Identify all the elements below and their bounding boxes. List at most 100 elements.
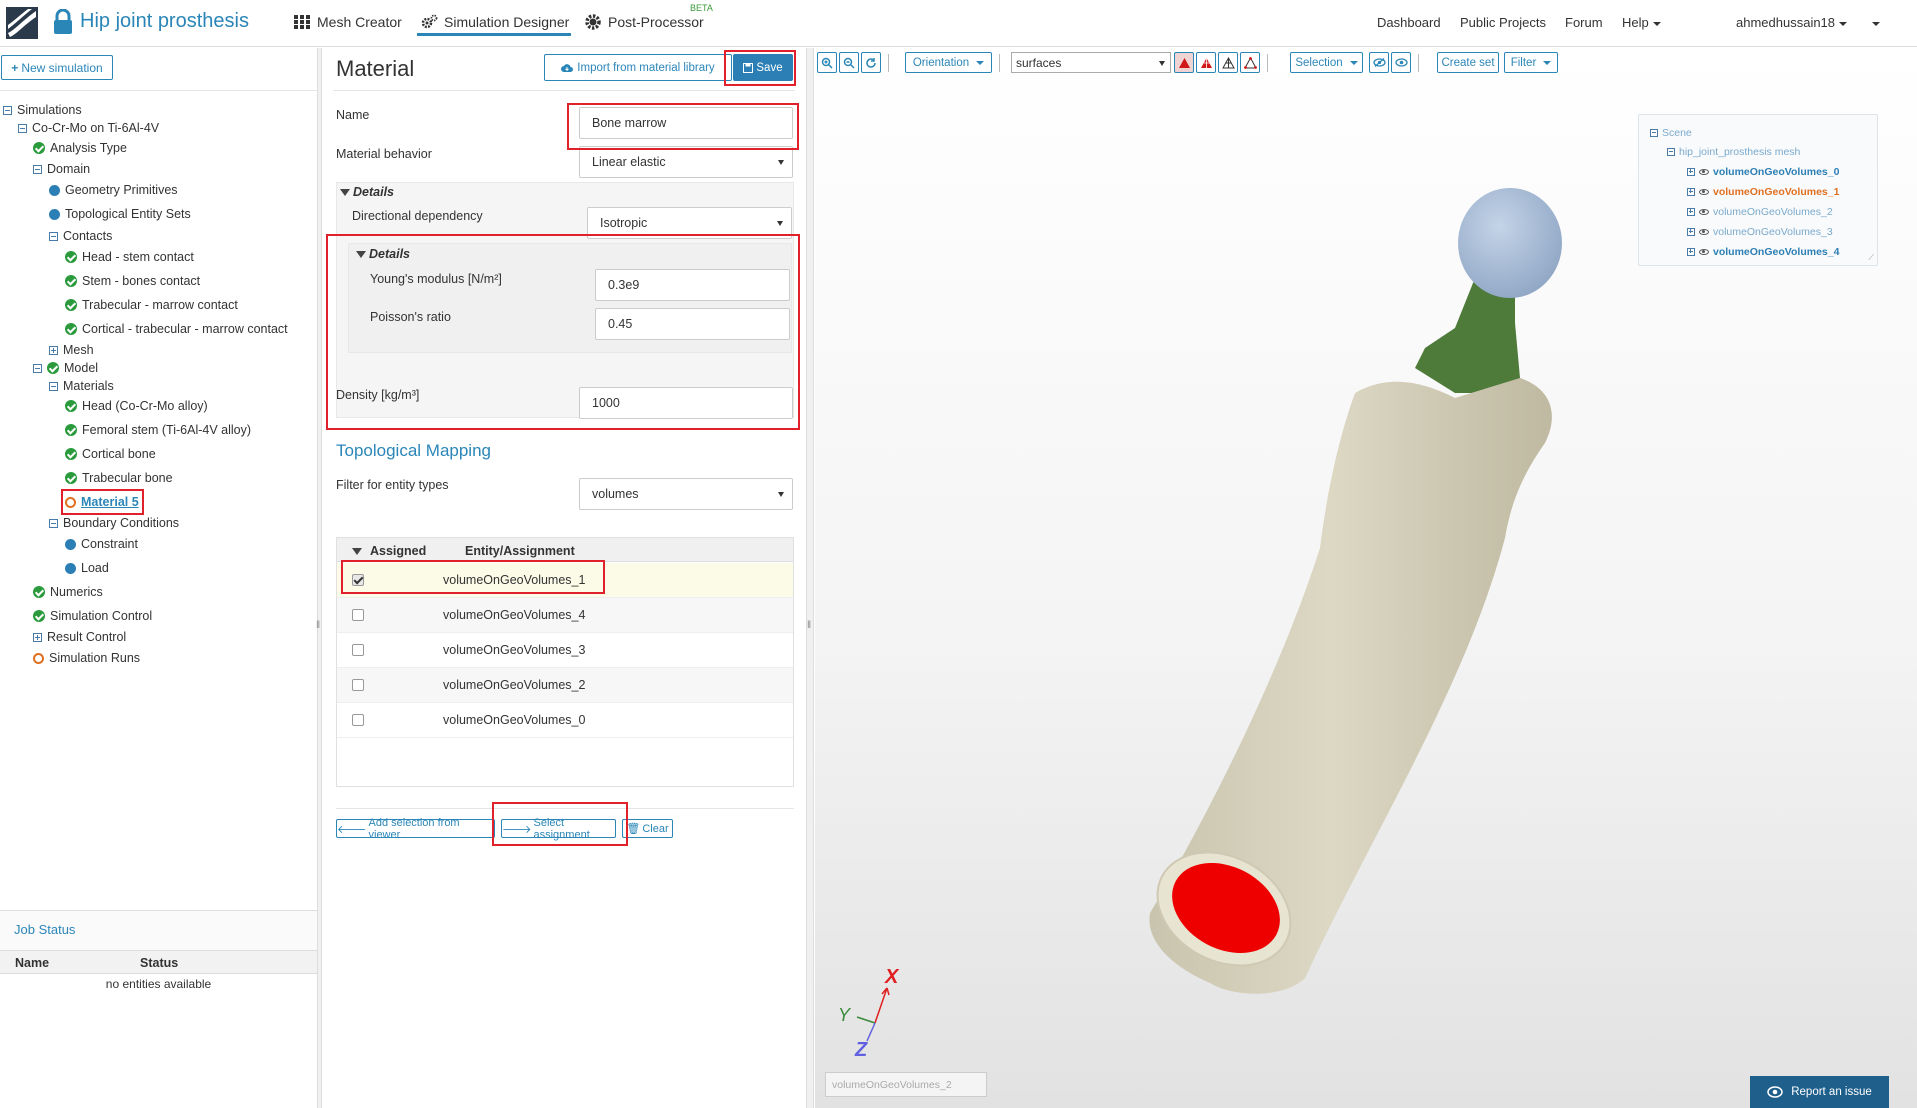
expand-icon[interactable] [1687, 248, 1695, 256]
eye-icon[interactable] [1699, 189, 1709, 195]
3d-viewer[interactable]: Orientation surfaces Selection Create se… [815, 48, 1917, 1108]
check-circle-icon [65, 299, 77, 311]
tree-node-simulations[interactable]: Simulations [3, 103, 82, 117]
assigned-checkbox[interactable] [352, 679, 364, 691]
details-toggle[interactable]: Details [340, 185, 394, 199]
clear-button[interactable]: 🗑 Clear [622, 819, 673, 838]
collapse-icon[interactable] [33, 164, 42, 174]
tree-node-domain[interactable]: Domain [33, 162, 90, 176]
expand-icon[interactable] [1687, 208, 1695, 216]
tree-node-contact[interactable]: Head - stem contact [65, 250, 194, 264]
tree-node-simulation-runs[interactable]: Simulation Runs [33, 651, 140, 665]
tree-node-mesh[interactable]: Mesh [49, 343, 94, 357]
tree-node-result-control[interactable]: Result Control [33, 630, 126, 644]
table-row[interactable]: volumeOnGeoVolumes_3 [337, 633, 793, 668]
eye-icon[interactable] [1699, 249, 1709, 255]
eye-icon[interactable] [1699, 209, 1709, 215]
incomplete-circle-icon [33, 652, 44, 664]
nav-forum[interactable]: Forum [1565, 15, 1603, 30]
column-header-entity[interactable]: Entity/Assignment [465, 544, 575, 558]
collapse-icon[interactable] [49, 381, 58, 391]
filter-entity-types-label: Filter for entity types [336, 478, 449, 492]
tree-node-material[interactable]: Femoral stem (Ti-6Al-4V alloy) [65, 423, 251, 437]
scene-node-volume[interactable]: volumeOnGeoVolumes_2 [1687, 206, 1833, 218]
tree-label: Head - stem contact [82, 250, 194, 264]
collapse-icon[interactable] [1667, 148, 1675, 156]
nav-public-projects[interactable]: Public Projects [1460, 15, 1546, 30]
tree-node-contact[interactable]: Trabecular - marrow contact [65, 298, 238, 312]
column-header-label: Assigned [370, 544, 427, 558]
new-simulation-button[interactable]: + New simulation [1, 55, 113, 80]
scene-node-mesh[interactable]: hip_joint_prosthesis mesh [1667, 146, 1800, 158]
more-menu[interactable] [1868, 15, 1880, 30]
tree-node-model[interactable]: Model [33, 361, 98, 375]
gear-icon [585, 14, 601, 30]
user-menu[interactable]: ahmedhussain18 [1736, 15, 1848, 30]
tree-node-materials[interactable]: Materials [49, 379, 114, 393]
tree-node-material[interactable]: Trabecular bone [65, 471, 173, 485]
assigned-checkbox[interactable] [352, 714, 364, 726]
tree-node-contact[interactable]: Cortical - trabecular - marrow contact [65, 322, 288, 336]
username: ahmedhussain18 [1736, 15, 1836, 30]
nav-simulation-designer[interactable]: Simulation Designer [420, 13, 569, 31]
scene-node-volume[interactable]: volumeOnGeoVolumes_4 [1687, 246, 1839, 258]
scene-node-root[interactable]: Scene [1650, 127, 1692, 139]
table-row[interactable]: volumeOnGeoVolumes_4 [337, 598, 793, 633]
collapse-icon[interactable] [18, 123, 27, 133]
nav-dashboard[interactable]: Dashboard [1377, 15, 1441, 30]
expand-icon[interactable] [1687, 228, 1695, 236]
expand-icon[interactable] [49, 345, 58, 355]
collapse-icon[interactable] [49, 231, 58, 241]
nav-help[interactable]: Help [1622, 15, 1661, 30]
panel-splitter[interactable]: ‖ [316, 48, 322, 1108]
expand-icon[interactable] [33, 632, 42, 642]
table-row[interactable]: volumeOnGeoVolumes_0 [337, 703, 793, 738]
top-navbar: Hip joint prosthesis Mesh Creator Simula… [0, 0, 1917, 47]
collapse-icon[interactable] [3, 105, 12, 115]
material-behavior-select[interactable]: Linear elastic [579, 146, 793, 178]
simscale-logo-icon[interactable] [6, 7, 38, 39]
tree-node-material[interactable]: Cortical bone [65, 447, 156, 461]
panel-splitter[interactable]: ‖ [806, 48, 814, 1108]
expand-icon[interactable] [1687, 188, 1695, 196]
nav-post-processor[interactable]: Post-Processor [584, 13, 704, 31]
import-from-library-button[interactable]: Import from material library [544, 54, 732, 81]
tree-node-geometry-primitives[interactable]: Geometry Primitives [49, 183, 178, 197]
assigned-checkbox[interactable] [352, 644, 364, 656]
tree-label: Trabecular bone [82, 471, 173, 485]
scene-tree-panel: Scene hip_joint_prosthesis mesh volumeOn… [1638, 114, 1878, 266]
tree-node-material[interactable]: Head (Co-Cr-Mo alloy) [65, 399, 208, 413]
eye-icon[interactable] [1699, 169, 1709, 175]
eye-icon[interactable] [1699, 229, 1709, 235]
scene-node-volume[interactable]: volumeOnGeoVolumes_3 [1687, 226, 1833, 238]
tree-node-constraint[interactable]: Constraint [65, 537, 138, 551]
tree-node-boundary-conditions[interactable]: Boundary Conditions [49, 516, 179, 530]
column-header-name[interactable]: Name [15, 956, 49, 970]
add-selection-button[interactable]: 🡐 Add selection from viewer [336, 817, 495, 841]
nav-mesh-creator[interactable]: Mesh Creator [293, 13, 402, 31]
job-status-title[interactable]: Job Status [14, 922, 75, 937]
tree-node-topological-entity-sets[interactable]: Topological Entity Sets [49, 207, 191, 221]
filter-entity-types-select[interactable]: volumes [579, 478, 793, 510]
collapse-icon[interactable] [33, 363, 42, 373]
collapse-icon[interactable] [49, 518, 58, 528]
tree-node-analysis-type[interactable]: Analysis Type [33, 141, 127, 155]
prosthesis-head[interactable] [1458, 188, 1562, 298]
scene-node-volume[interactable]: volumeOnGeoVolumes_0 [1687, 166, 1839, 178]
report-issue-button[interactable]: Report an issue [1750, 1076, 1889, 1108]
assigned-checkbox[interactable] [352, 609, 364, 621]
scene-node-volume[interactable]: volumeOnGeoVolumes_1 [1687, 186, 1839, 198]
tree-node-numerics[interactable]: Numerics [33, 585, 103, 599]
tree-node-contact[interactable]: Stem - bones contact [65, 274, 200, 288]
table-row[interactable]: volumeOnGeoVolumes_2 [337, 668, 793, 703]
collapse-icon[interactable] [1650, 129, 1658, 137]
tree-node-load[interactable]: Load [65, 561, 109, 575]
column-header-assigned[interactable]: Assigned [352, 544, 426, 558]
tree-node-contacts[interactable]: Contacts [49, 229, 112, 243]
column-header-status[interactable]: Status [140, 956, 178, 970]
expand-icon[interactable] [1687, 168, 1695, 176]
tree-node-simulation-control[interactable]: Simulation Control [33, 609, 152, 623]
resize-handle-icon[interactable]: ⟋ [1868, 253, 1874, 263]
chevron-down-icon [777, 221, 783, 226]
tree-node-simulation[interactable]: Co-Cr-Mo on Ti-6Al-4V [18, 121, 159, 135]
